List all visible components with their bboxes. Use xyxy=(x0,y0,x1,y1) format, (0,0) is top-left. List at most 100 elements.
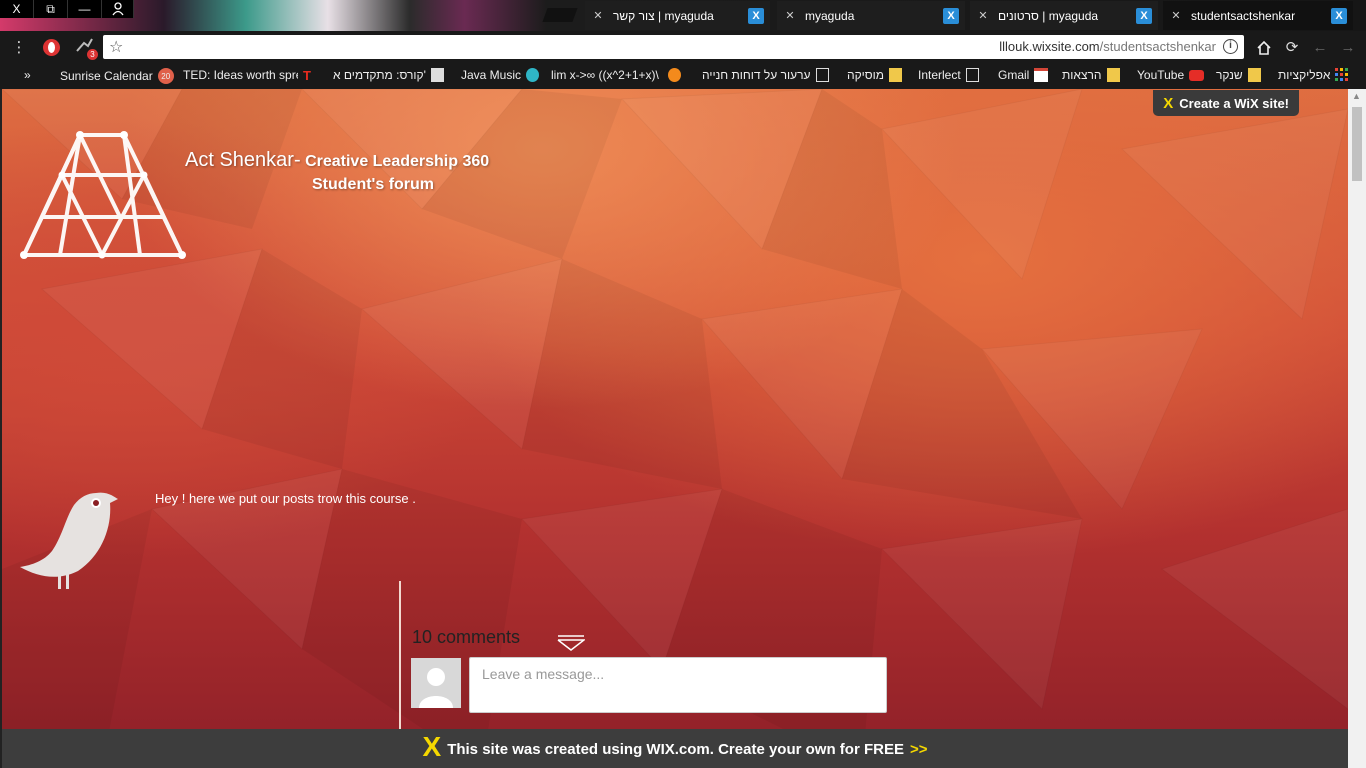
bookmark-star-icon[interactable]: ☆ xyxy=(109,37,123,57)
bookmark-label: קורס: מתקדמים א' xyxy=(333,68,426,82)
apps-icon xyxy=(1335,68,1349,82)
bookmark-youtube[interactable]: YouTube xyxy=(1137,68,1209,82)
bookmark-label: Java Music xyxy=(461,68,522,82)
page-scrollbar[interactable]: ▲ xyxy=(1348,89,1366,768)
bookmark-label: Gmail xyxy=(998,68,1030,82)
site-subtitle: Student's forum xyxy=(312,176,435,193)
bookmark-java-music[interactable]: Java Music xyxy=(461,68,544,82)
user-profile-icon[interactable] xyxy=(102,0,134,18)
home-icon[interactable] xyxy=(1253,36,1275,58)
close-icon[interactable]: ✕ xyxy=(783,9,797,22)
bookmark-shenkar[interactable]: שנקר xyxy=(1216,68,1266,82)
act-shenkar-logo[interactable] xyxy=(20,129,188,261)
forward-icon[interactable]: ← xyxy=(1309,36,1331,58)
tab-strip: X ⧉ — ✕ צור קשר | myaguda X ✕ myaguda X … xyxy=(0,0,1366,31)
window-controls: X ⧉ — xyxy=(0,0,134,18)
chevron-down-icon[interactable] xyxy=(557,635,585,651)
create-wix-site-button[interactable]: X Create a WiX site! xyxy=(1153,90,1299,116)
wix-page: X Create a WiX site! Act Shenkar- Creati… xyxy=(2,89,1348,768)
wix-favicon-icon: X xyxy=(943,7,959,24)
wolfram-icon xyxy=(668,68,681,82)
course-icon xyxy=(430,68,444,82)
youtube-icon xyxy=(1189,69,1205,81)
wix-ad-banner[interactable]: X This site was created using WIX.com. C… xyxy=(2,729,1348,768)
bookmark-label: YouTube xyxy=(1137,68,1185,82)
create-wix-label: Create a WiX site! xyxy=(1179,95,1289,111)
extension-badge: 3 xyxy=(87,49,98,60)
window-restore-button[interactable]: ⧉ xyxy=(34,0,68,18)
bookmark-label: הרצאות xyxy=(1062,68,1102,82)
site-info-icon[interactable]: i xyxy=(1223,39,1238,54)
url-text: lllouk.wixsite.com/studentsactshenkar xyxy=(999,39,1216,54)
intro-text: Hey ! here we put our posts trow this co… xyxy=(155,491,416,506)
bookmark-apps[interactable]: אפליקציות xyxy=(1278,68,1353,82)
folder-icon xyxy=(1247,68,1261,82)
bookmark-label: Interlect xyxy=(918,68,961,82)
bookmark-label: מוסיקה xyxy=(847,68,885,82)
scroll-up-icon[interactable]: ▲ xyxy=(1352,91,1361,101)
bookmark-parking[interactable]: ערעור על דוחות חנייה xyxy=(702,68,834,82)
close-icon[interactable]: ✕ xyxy=(976,9,990,22)
browser-toolbar: ⋮ 3 ☆ lllouk.wixsite.com/studentsactshen… xyxy=(0,31,1366,63)
tab-studentsactshenkar[interactable]: ✕ studentsactshenkar X xyxy=(1163,1,1353,30)
bookmark-label: אפליקציות xyxy=(1278,68,1331,82)
comment-input[interactable] xyxy=(470,658,886,690)
user-avatar-icon xyxy=(419,668,453,708)
bookmark-music[interactable]: מוסיקה xyxy=(847,68,907,82)
bird-illustration-icon xyxy=(20,492,118,589)
gmail-icon xyxy=(1034,68,1049,82)
tab-contact[interactable]: ✕ צור קשר | myaguda X xyxy=(585,1,770,30)
wix-favicon-icon: X xyxy=(1136,7,1152,24)
wix-banner-text: This site was created using WIX.com. Cre… xyxy=(447,740,904,758)
wix-logo-icon: X xyxy=(1163,94,1174,112)
site-title: Act Shenkar- Creative Leadership 360 xyxy=(185,149,489,172)
tab-title: סרטונים | myaguda xyxy=(998,8,1099,23)
window-close-button[interactable]: X xyxy=(0,0,34,18)
bookmark-label: TED: Ideas worth spre xyxy=(183,68,298,82)
bookmark-sunrise[interactable]: Sunrise Calendar 20 xyxy=(60,68,174,84)
tab-myaguda[interactable]: ✕ myaguda X xyxy=(777,1,965,30)
site-title-sub: Creative Leadership 360 xyxy=(305,153,490,170)
comments-count[interactable]: 10 comments xyxy=(412,627,520,648)
new-tab-button[interactable] xyxy=(542,8,578,22)
bookmark-label: ערעור על דוחות חנייה xyxy=(702,68,811,82)
wix-logo-icon: X xyxy=(422,731,442,762)
bookmark-gmail[interactable]: Gmail xyxy=(998,68,1053,82)
bookmark-wolfram[interactable]: lim x->∞ ((x^2+1+x)\ xyxy=(551,68,689,82)
scrollbar-thumb[interactable] xyxy=(1352,107,1362,181)
bookmark-interlect[interactable]: Interlect xyxy=(918,68,984,82)
tab-title: myaguda xyxy=(805,8,855,23)
bookmarks-more-button[interactable]: » xyxy=(24,68,31,82)
bookmark-label: שנקר xyxy=(1216,68,1243,82)
bookmarks-bar: » Sunrise Calendar 20 TED: Ideas worth s… xyxy=(0,63,1366,89)
close-icon[interactable]: ✕ xyxy=(591,9,605,22)
reload-icon[interactable]: ⟳ xyxy=(1281,36,1303,58)
doc-icon xyxy=(965,68,979,82)
opera-icon[interactable] xyxy=(43,39,60,56)
avatar xyxy=(411,658,461,708)
wix-favicon-icon: X xyxy=(1331,7,1347,24)
folder-icon xyxy=(1106,68,1120,82)
comment-box[interactable] xyxy=(469,657,887,713)
tab-title: צור קשר | myaguda xyxy=(613,8,714,23)
extension-icon[interactable]: 3 xyxy=(75,37,98,60)
bookmark-course[interactable]: קורס: מתקדמים א' xyxy=(333,68,449,82)
bookmark-label: Sunrise Calendar xyxy=(60,69,153,83)
close-icon[interactable]: ✕ xyxy=(1169,9,1183,22)
wix-banner-more[interactable]: >> xyxy=(910,741,928,758)
site-title-main: Act Shenkar- xyxy=(185,149,301,171)
menu-icon[interactable]: ⋮ xyxy=(8,36,30,58)
back-icon[interactable]: → xyxy=(1337,36,1359,58)
folder-icon xyxy=(889,68,903,82)
sunrise-icon: 20 xyxy=(157,68,174,84)
music-icon xyxy=(526,68,540,82)
bookmark-lectures[interactable]: הרצאות xyxy=(1062,68,1125,82)
bookmark-ted[interactable]: TED: Ideas worth spre T xyxy=(183,68,323,82)
doc-icon xyxy=(815,68,829,82)
tab-videos[interactable]: ✕ סרטונים | myaguda X xyxy=(970,1,1158,30)
window-minimize-button[interactable]: — xyxy=(68,0,102,18)
address-bar[interactable]: ☆ lllouk.wixsite.com/studentsactshenkar … xyxy=(103,35,1244,59)
bookmark-label: lim x->∞ ((x^2+1+x)\ xyxy=(551,68,659,82)
tab-title: studentsactshenkar xyxy=(1191,8,1296,23)
ted-icon: T xyxy=(303,68,311,82)
